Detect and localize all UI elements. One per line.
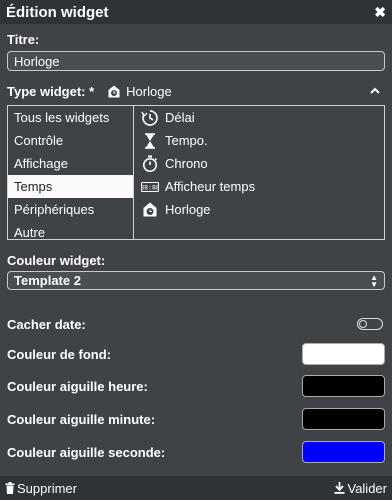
type-widget-selected-label: Horloge bbox=[126, 83, 172, 99]
titre-label: Titre: bbox=[7, 32, 40, 47]
couleur-fond-label: Couleur de fond: bbox=[7, 346, 111, 362]
type-widget-label: Type widget: * bbox=[7, 83, 95, 99]
widget-item-afficheur-temps[interactable]: 88:88 Afficheur temps bbox=[136, 175, 382, 198]
category-list: Tous les widgets Contrôle Affichage Temp… bbox=[8, 106, 134, 240]
widget-type-panel: Tous les widgets Contrôle Affichage Temp… bbox=[7, 105, 385, 240]
svg-text:88:88: 88:88 bbox=[141, 183, 159, 191]
delay-clock-icon bbox=[141, 109, 158, 126]
window-titlebar: Édition widget ✖ bbox=[0, 0, 392, 24]
couleur-heure-label: Couleur aiguille heure: bbox=[7, 378, 148, 394]
cacher-date-toggle[interactable] bbox=[357, 318, 383, 330]
widget-list: Délai Tempo. Chrono 88:88 Afficheur temp… bbox=[136, 106, 382, 221]
couleur-minute-swatch[interactable] bbox=[302, 408, 385, 430]
time-display-icon: 88:88 bbox=[141, 181, 159, 192]
widget-item-label: Délai bbox=[165, 110, 195, 125]
couleur-minute-label: Couleur aiguille minute: bbox=[7, 411, 156, 427]
close-icon[interactable]: ✖ bbox=[374, 4, 386, 21]
house-clock-icon bbox=[143, 202, 157, 217]
titre-input[interactable] bbox=[7, 51, 385, 71]
couleur-seconde-swatch[interactable] bbox=[302, 441, 385, 463]
delete-label: Supprimer bbox=[17, 480, 77, 496]
category-item-autre[interactable]: Autre bbox=[8, 221, 133, 244]
couleur-widget-select[interactable]: Template 2 ▲ ▼ bbox=[7, 271, 385, 290]
couleur-widget-value: Template 2 bbox=[14, 273, 81, 288]
widget-item-horloge[interactable]: Horloge bbox=[136, 198, 382, 221]
category-item-peripheriques[interactable]: Périphériques bbox=[8, 198, 133, 221]
widget-item-label: Chrono bbox=[165, 156, 208, 171]
delete-button[interactable]: Supprimer bbox=[5, 481, 77, 496]
trash-icon bbox=[5, 482, 15, 494]
widget-item-label: Tempo. bbox=[165, 133, 208, 148]
download-icon bbox=[334, 482, 345, 494]
cacher-date-row: Cacher date: bbox=[7, 312, 385, 336]
category-item-controle[interactable]: Contrôle bbox=[8, 129, 133, 152]
dialog-footer: Supprimer Valider bbox=[0, 476, 392, 500]
category-item-tous[interactable]: Tous les widgets bbox=[8, 106, 133, 129]
house-clock-icon bbox=[108, 85, 120, 97]
widget-item-label: Horloge bbox=[165, 202, 211, 217]
category-item-affichage[interactable]: Affichage bbox=[8, 152, 133, 175]
type-widget-row: Type widget: * Horloge bbox=[7, 82, 385, 100]
chevron-up-icon[interactable] bbox=[369, 85, 381, 97]
couleur-fond-swatch[interactable] bbox=[302, 343, 385, 365]
stopwatch-icon bbox=[143, 155, 157, 172]
couleur-fond-row: Couleur de fond: bbox=[7, 342, 385, 366]
widget-item-delai[interactable]: Délai bbox=[136, 106, 382, 129]
couleur-minute-row: Couleur aiguille minute: bbox=[7, 407, 385, 431]
validate-label: Valider bbox=[347, 480, 387, 496]
couleur-heure-row: Couleur aiguille heure: bbox=[7, 374, 385, 398]
type-widget-selected: Horloge bbox=[108, 84, 172, 99]
hourglass-icon bbox=[145, 132, 155, 149]
widget-item-chrono[interactable]: Chrono bbox=[136, 152, 382, 175]
couleur-widget-label: Couleur widget: bbox=[7, 253, 106, 268]
validate-button[interactable]: Valider bbox=[334, 481, 387, 496]
select-arrows-icon: ▲ ▼ bbox=[370, 272, 378, 289]
widget-item-label: Afficheur temps bbox=[165, 179, 256, 194]
window-title: Édition widget bbox=[6, 3, 109, 21]
cacher-date-label: Cacher date: bbox=[7, 316, 86, 332]
category-item-temps[interactable]: Temps bbox=[8, 175, 133, 198]
couleur-seconde-row: Couleur aiguille seconde: bbox=[7, 440, 385, 464]
couleur-heure-swatch[interactable] bbox=[302, 375, 385, 397]
couleur-seconde-label: Couleur aiguille seconde: bbox=[7, 444, 166, 460]
widget-item-tempo[interactable]: Tempo. bbox=[136, 129, 382, 152]
